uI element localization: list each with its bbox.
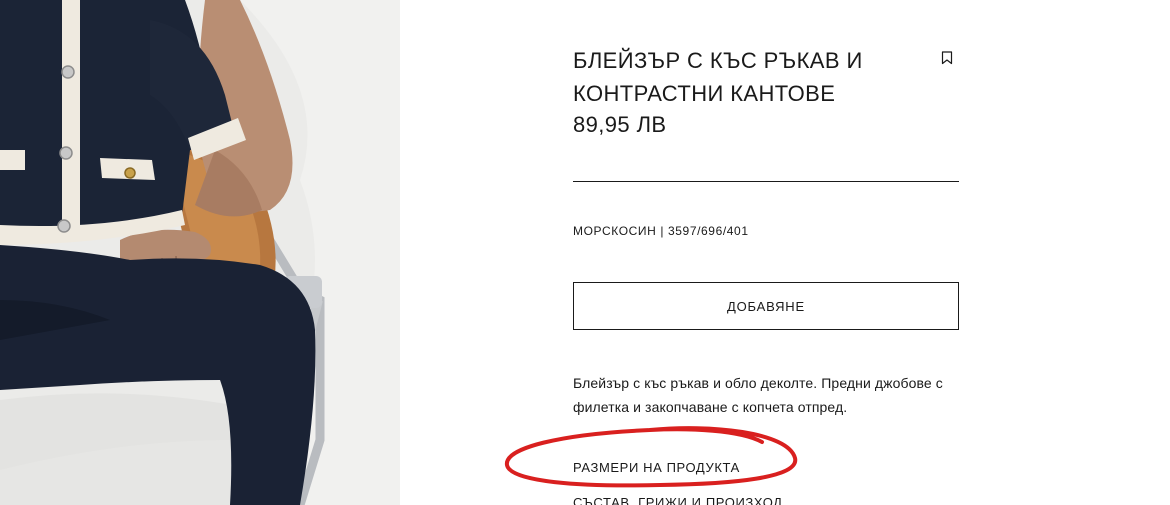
composition-care-link[interactable]: СЪСТАВ, ГРИЖИ И ПРОИЗХОД	[573, 495, 783, 505]
product-photo[interactable]	[0, 0, 400, 505]
bookmark-icon[interactable]	[941, 51, 953, 65]
color-and-reference: МОРСКОСИН | 3597/696/401	[573, 224, 749, 238]
product-sizes-link[interactable]: РАЗМЕРИ НА ПРОДУКТА	[573, 460, 740, 476]
product-page: БЛЕЙЗЪР С КЪС РЪКАВ И КОНТРАСТНИ КАНТОВЕ…	[0, 0, 1170, 505]
product-title: БЛЕЙЗЪР С КЪС РЪКАВ И КОНТРАСТНИ КАНТОВЕ	[573, 48, 863, 106]
add-to-cart-label: ДОБАВЯНЕ	[727, 298, 805, 314]
product-price: 89,95 ЛВ	[573, 112, 667, 137]
divider	[573, 181, 959, 182]
product-description: Блейзър с къс ръкав и обло деколте. Пред…	[573, 375, 943, 415]
product-photo-illustration	[0, 0, 400, 505]
add-to-cart-button[interactable]: ДОБАВЯНЕ	[573, 282, 959, 330]
